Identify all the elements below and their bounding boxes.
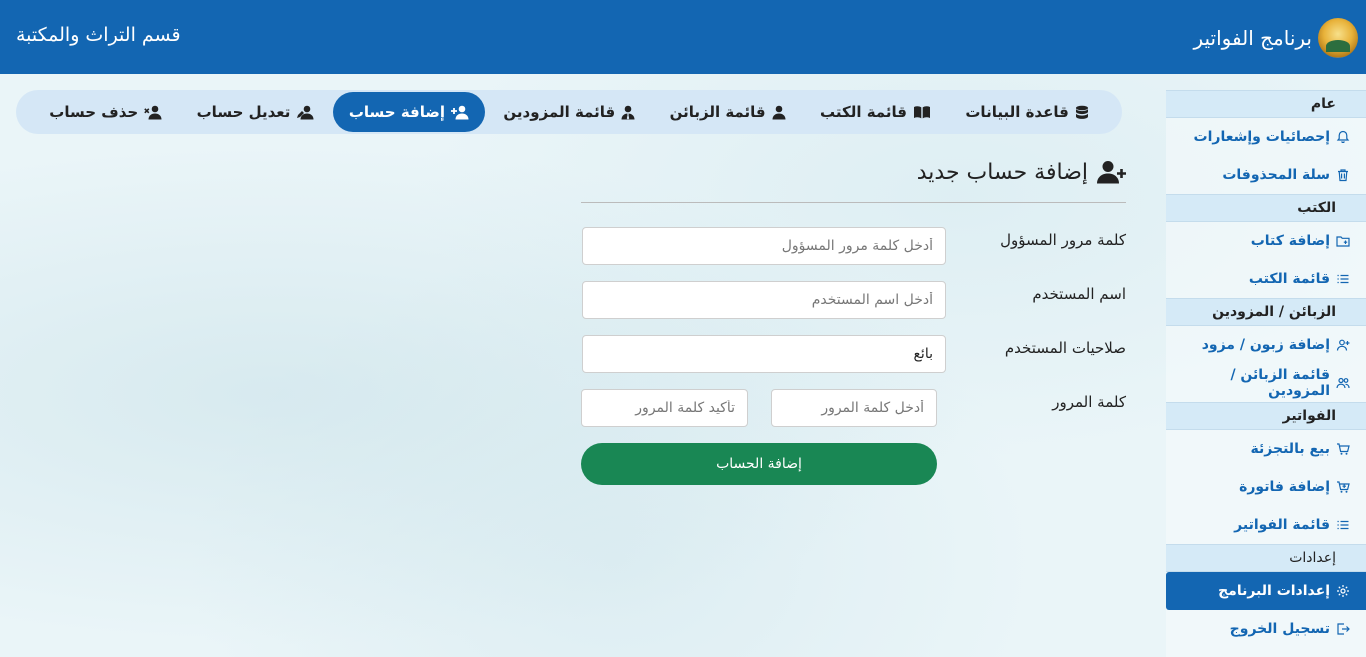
sidebar-item-label: بيع بالتجزئة [1250,441,1330,457]
sidebar-item-retail-sale[interactable]: بيع بالتجزئة [1166,430,1366,468]
tab-database[interactable]: قاعدة البيانات [949,92,1104,132]
users-icon [1336,376,1350,390]
tab-label: إضافة حساب [348,103,446,121]
list-icon [1336,518,1350,532]
user-plus-icon [451,105,469,120]
confirm-password-input[interactable] [581,389,748,427]
user-plus-icon [1096,160,1126,184]
divider [581,202,1126,203]
sidebar-item-label: إضافة فاتورة [1239,479,1330,495]
tab-book-list[interactable]: قائمة الكتب [804,92,947,132]
user-plus-icon [1336,338,1350,352]
gear-icon [1336,584,1350,598]
account-tabs: قاعدة البيانات قائمة الكتب قائمة الزبائن… [16,90,1122,134]
sidebar-section-settings: إعدادات [1166,544,1366,572]
sidebar-item-logout[interactable]: تسجيل الخروج [1166,610,1366,648]
bell-icon [1336,130,1350,144]
app-title: برنامج الفواتير [1193,26,1312,50]
app-logo [1318,18,1358,58]
tab-label: قائمة المزودين [503,103,616,121]
admin-password-input[interactable] [582,227,946,265]
tab-label: حذف حساب [49,103,139,121]
user-icon [772,105,786,120]
tab-supplier-list[interactable]: قائمة المزودين [487,92,651,132]
sidebar-section-general: عام [1166,90,1366,118]
sidebar-item-label: إضافة كتاب [1250,233,1330,249]
tab-customer-list[interactable]: قائمة الزبائن [654,92,802,132]
trash-icon [1336,168,1350,182]
list-icon [1336,272,1350,286]
sidebar-item-label: قائمة الفواتير [1234,517,1330,533]
sidebar-item-label: قائمة الزبائن / المزودين [1230,367,1330,399]
brand[interactable]: برنامج الفواتير [1193,18,1358,58]
sidebar-item-label: تسجيل الخروج [1229,621,1330,637]
user-times-icon [144,105,162,120]
tab-label: تعديل حساب [196,103,291,121]
username-input[interactable] [582,281,946,319]
tab-edit-account[interactable]: تعديل حساب [181,92,331,132]
sidebar: عام إحصائيات وإشعارات سلة المحذوفات الكت… [1166,90,1366,657]
tab-label: قاعدة البيانات [965,103,1069,121]
sidebar-item-invoice-list[interactable]: قائمة الفواتير [1166,506,1366,544]
username-label: اسم المستخدم [1032,285,1126,303]
sidebar-item-add-book[interactable]: إضافة كتاب [1166,222,1366,260]
tab-label: قائمة الكتب [819,103,907,121]
permissions-label: صلاحيات المستخدم [1004,339,1126,357]
logout-icon [1336,622,1350,636]
top-bar: برنامج الفواتير قسم التراث والمكتبة [0,0,1366,74]
sidebar-item-label: إضافة زبون / مزود [1201,337,1330,353]
tab-label: قائمة الزبائن [669,103,766,121]
sidebar-item-statistics[interactable]: إحصائيات وإشعارات [1166,118,1366,156]
tab-delete-account[interactable]: حذف حساب [33,92,178,132]
sidebar-section-books: الكتب [1166,194,1366,222]
password-label: كلمة المرور [1052,393,1126,411]
sidebar-section-customers: الزبائن / المزودين [1166,298,1366,326]
sidebar-item-label: سلة المحذوفات [1222,167,1330,183]
folder-plus-icon [1336,234,1350,248]
sidebar-item-trash[interactable]: سلة المحذوفات [1166,156,1366,194]
sidebar-item-label: قائمة الكتب [1248,271,1330,287]
sidebar-item-label: إحصائيات وإشعارات [1193,129,1330,145]
form-title: إضافة حساب جديد [917,156,1126,188]
cart-icon [1336,442,1350,456]
sidebar-section-invoices: الفواتير [1166,402,1366,430]
admin-password-label: كلمة مرور المسؤول [1000,231,1126,249]
password-input[interactable] [771,389,937,427]
tab-add-account[interactable]: إضافة حساب [332,92,486,132]
sidebar-item-add-customer[interactable]: إضافة زبون / مزود [1166,326,1366,364]
sidebar-item-add-invoice[interactable]: إضافة فاتورة [1166,468,1366,506]
user-edit-icon [296,105,314,120]
add-account-button[interactable]: إضافة الحساب [581,443,937,485]
sidebar-item-book-list[interactable]: قائمة الكتب [1166,260,1366,298]
sidebar-item-customer-list[interactable]: قائمة الزبائن / المزودين [1166,364,1366,402]
cart-plus-icon [1336,480,1350,494]
book-icon [913,105,931,119]
permissions-select[interactable] [582,335,946,373]
sidebar-item-label: إعدادات البرنامج [1218,583,1330,599]
database-icon [1075,105,1089,120]
user-tie-icon [621,105,635,120]
department-title: قسم التراث والمكتبة [16,24,181,46]
sidebar-item-app-settings[interactable]: إعدادات البرنامج [1166,572,1366,610]
form-title-text: إضافة حساب جديد [916,159,1088,185]
